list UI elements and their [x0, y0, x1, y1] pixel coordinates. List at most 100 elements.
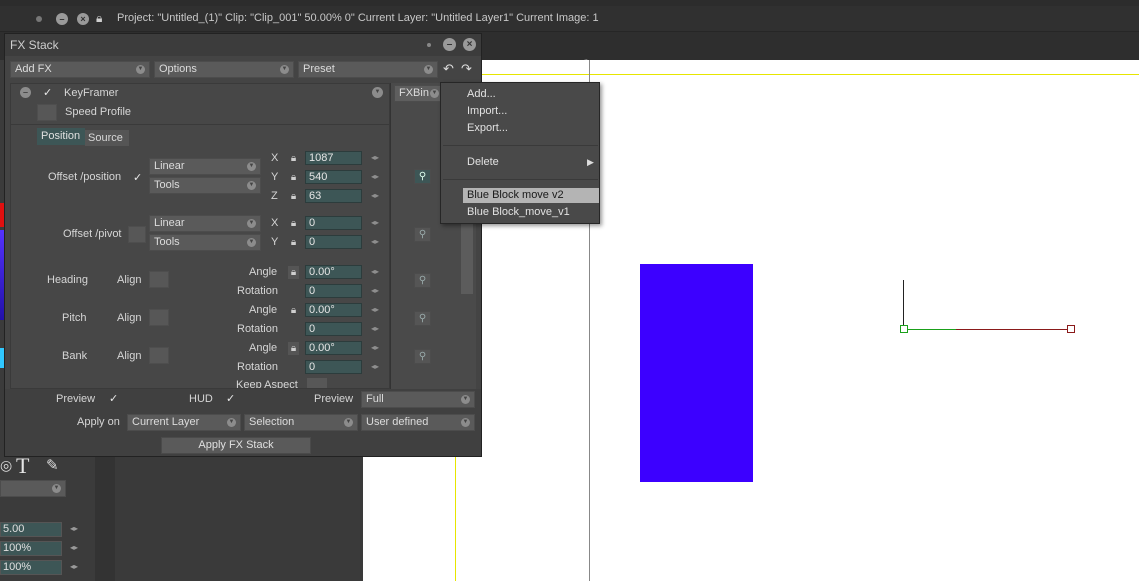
tools-label: Tools: [154, 179, 180, 191]
left-field-flow[interactable]: 100%: [0, 560, 62, 575]
stepper-icon[interactable]: ◂▸: [371, 236, 383, 248]
lock-icon[interactable]: 🔒︎: [288, 342, 299, 355]
lock-icon[interactable]: 🔒︎: [288, 236, 299, 249]
stepper-icon[interactable]: ◂▸: [70, 561, 84, 573]
left-dropdown[interactable]: ▼: [0, 480, 66, 497]
offset-position-check-icon[interactable]: ✓: [133, 171, 142, 184]
minimize-icon[interactable]: –: [56, 13, 68, 25]
position-tools-dropdown[interactable]: Tools ▼: [149, 177, 261, 194]
bank-rotation-input[interactable]: 0: [305, 360, 362, 374]
position-x-input[interactable]: 1087: [305, 151, 362, 165]
pivot-x-input[interactable]: 0: [305, 216, 362, 230]
lock-icon[interactable]: 🔒︎: [288, 217, 299, 230]
scrollbar[interactable]: [461, 214, 473, 294]
bank-angle-input[interactable]: 0.00°: [305, 341, 362, 355]
menu-item-delete[interactable]: Delete: [467, 156, 499, 168]
stepper-icon[interactable]: ◂▸: [371, 217, 383, 229]
angle-label: Angle: [249, 304, 278, 316]
stepper-icon[interactable]: ◂▸: [70, 542, 84, 554]
stepper-icon[interactable]: ◂▸: [371, 342, 383, 354]
pitch-angle-input[interactable]: 0.00°: [305, 303, 362, 317]
position-z-input[interactable]: 63: [305, 189, 362, 203]
enable-check-icon[interactable]: ✓: [43, 86, 52, 99]
chevron-down-icon[interactable]: ▼: [372, 87, 383, 98]
menu-item-preset-v1[interactable]: Blue Block_move_v1: [467, 206, 570, 218]
apply-user-dropdown[interactable]: User defined ▼: [361, 414, 475, 431]
left-field-size[interactable]: 5.00: [0, 522, 62, 537]
lock-icon[interactable]: 🔒︎: [288, 171, 299, 184]
pivot-interp-dropdown[interactable]: Linear ▼: [149, 215, 261, 232]
lock-icon[interactable]: 🔒︎: [288, 152, 299, 165]
bank-align-checkbox[interactable]: [149, 347, 169, 364]
pitch-rotation-input[interactable]: 0: [305, 322, 362, 336]
pen-tool-icon[interactable]: ✎: [46, 456, 59, 474]
preview-mode-dropdown[interactable]: Full ▼: [361, 391, 475, 408]
lock-icon[interactable]: 🔒︎: [288, 304, 299, 317]
keyframe-tool-icon[interactable]: ⚲: [414, 273, 431, 288]
minimize-icon[interactable]: –: [443, 38, 456, 51]
preset-dropdown[interactable]: Preset ▼: [298, 61, 438, 78]
stepper-icon[interactable]: ◂▸: [70, 523, 84, 535]
tab-position[interactable]: Position: [37, 128, 85, 145]
canvas-dash-line: [480, 59, 589, 73]
lock-icon[interactable]: 🔒︎: [96, 11, 102, 26]
keyframe-tool-icon[interactable]: ⚲: [414, 227, 431, 242]
path-end-handle[interactable]: [1067, 325, 1075, 333]
pitch-align-checkbox[interactable]: [149, 309, 169, 326]
menu-separator: [443, 145, 598, 146]
heading-rotation-input[interactable]: 0: [305, 284, 362, 298]
lock-icon[interactable]: 🔒︎: [288, 190, 299, 203]
blue-block[interactable]: [640, 264, 753, 482]
stepper-icon[interactable]: ◂▸: [371, 361, 383, 373]
chevron-down-icon: ▼: [247, 181, 256, 190]
offset-pivot-checkbox[interactable]: [128, 226, 146, 243]
stepper-icon[interactable]: ◂▸: [371, 171, 383, 183]
stepper-icon[interactable]: ◂▸: [371, 152, 383, 164]
pivot-tools-dropdown[interactable]: Tools ▼: [149, 234, 261, 251]
left-field-opacity[interactable]: 100%: [0, 541, 62, 556]
divider: [10, 124, 390, 125]
menu-item-import[interactable]: Import...: [467, 105, 507, 117]
close-icon[interactable]: ×: [77, 13, 89, 25]
chevron-down-icon: ▼: [461, 395, 470, 404]
pivot-y-input[interactable]: 0: [305, 235, 362, 249]
heading-angle-input[interactable]: 0.00°: [305, 265, 362, 279]
redo-icon[interactable]: ↷: [461, 61, 472, 77]
keep-aspect-checkbox[interactable]: [307, 378, 327, 388]
collapse-icon[interactable]: –: [20, 87, 31, 98]
preview-check-icon[interactable]: ✓: [109, 392, 118, 405]
path-start-handle[interactable]: [900, 325, 908, 333]
fxbin-dropdown[interactable]: FXBin ▼: [394, 85, 444, 102]
chevron-down-icon: ▼: [52, 484, 61, 493]
menu-item-export[interactable]: Export...: [467, 122, 508, 134]
apply-selection-dropdown[interactable]: Selection ▼: [244, 414, 358, 431]
axis-z-label: Z: [271, 190, 278, 202]
options-dropdown[interactable]: Options ▼: [154, 61, 294, 78]
position-y-input[interactable]: 540: [305, 170, 362, 184]
keyframe-tool-icon[interactable]: ⚲: [414, 169, 431, 184]
tab-source[interactable]: Source: [85, 130, 129, 146]
menu-item-add[interactable]: Add...: [467, 88, 496, 100]
keyframe-tool-icon[interactable]: ⚲: [414, 349, 431, 364]
lock-icon[interactable]: 🔒︎: [288, 266, 299, 279]
undo-icon[interactable]: ↶: [443, 61, 454, 77]
menu-item-preset-v2[interactable]: Blue Block move v2: [467, 189, 564, 201]
stepper-icon[interactable]: ◂▸: [371, 266, 383, 278]
apply-fx-stack-button[interactable]: Apply FX Stack: [161, 437, 311, 454]
close-icon[interactable]: ×: [463, 38, 476, 51]
keyframe-tool-icon[interactable]: ⚲: [414, 311, 431, 326]
speed-profile-checkbox[interactable]: [37, 104, 57, 121]
fx-title-bar[interactable]: FX Stack – ×: [5, 34, 481, 56]
menu-separator: [443, 179, 598, 180]
brush-icon[interactable]: ◎: [0, 457, 12, 475]
hud-check-icon[interactable]: ✓: [226, 392, 235, 405]
heading-align-checkbox[interactable]: [149, 271, 169, 288]
apply-selection-value: Selection: [249, 416, 295, 428]
stepper-icon[interactable]: ◂▸: [371, 323, 383, 335]
position-interp-dropdown[interactable]: Linear ▼: [149, 158, 261, 175]
stepper-icon[interactable]: ◂▸: [371, 304, 383, 316]
stepper-icon[interactable]: ◂▸: [371, 190, 383, 202]
stepper-icon[interactable]: ◂▸: [371, 285, 383, 297]
apply-layer-dropdown[interactable]: Current Layer ▼: [127, 414, 241, 431]
add-fx-dropdown[interactable]: Add FX ▼: [10, 61, 150, 78]
